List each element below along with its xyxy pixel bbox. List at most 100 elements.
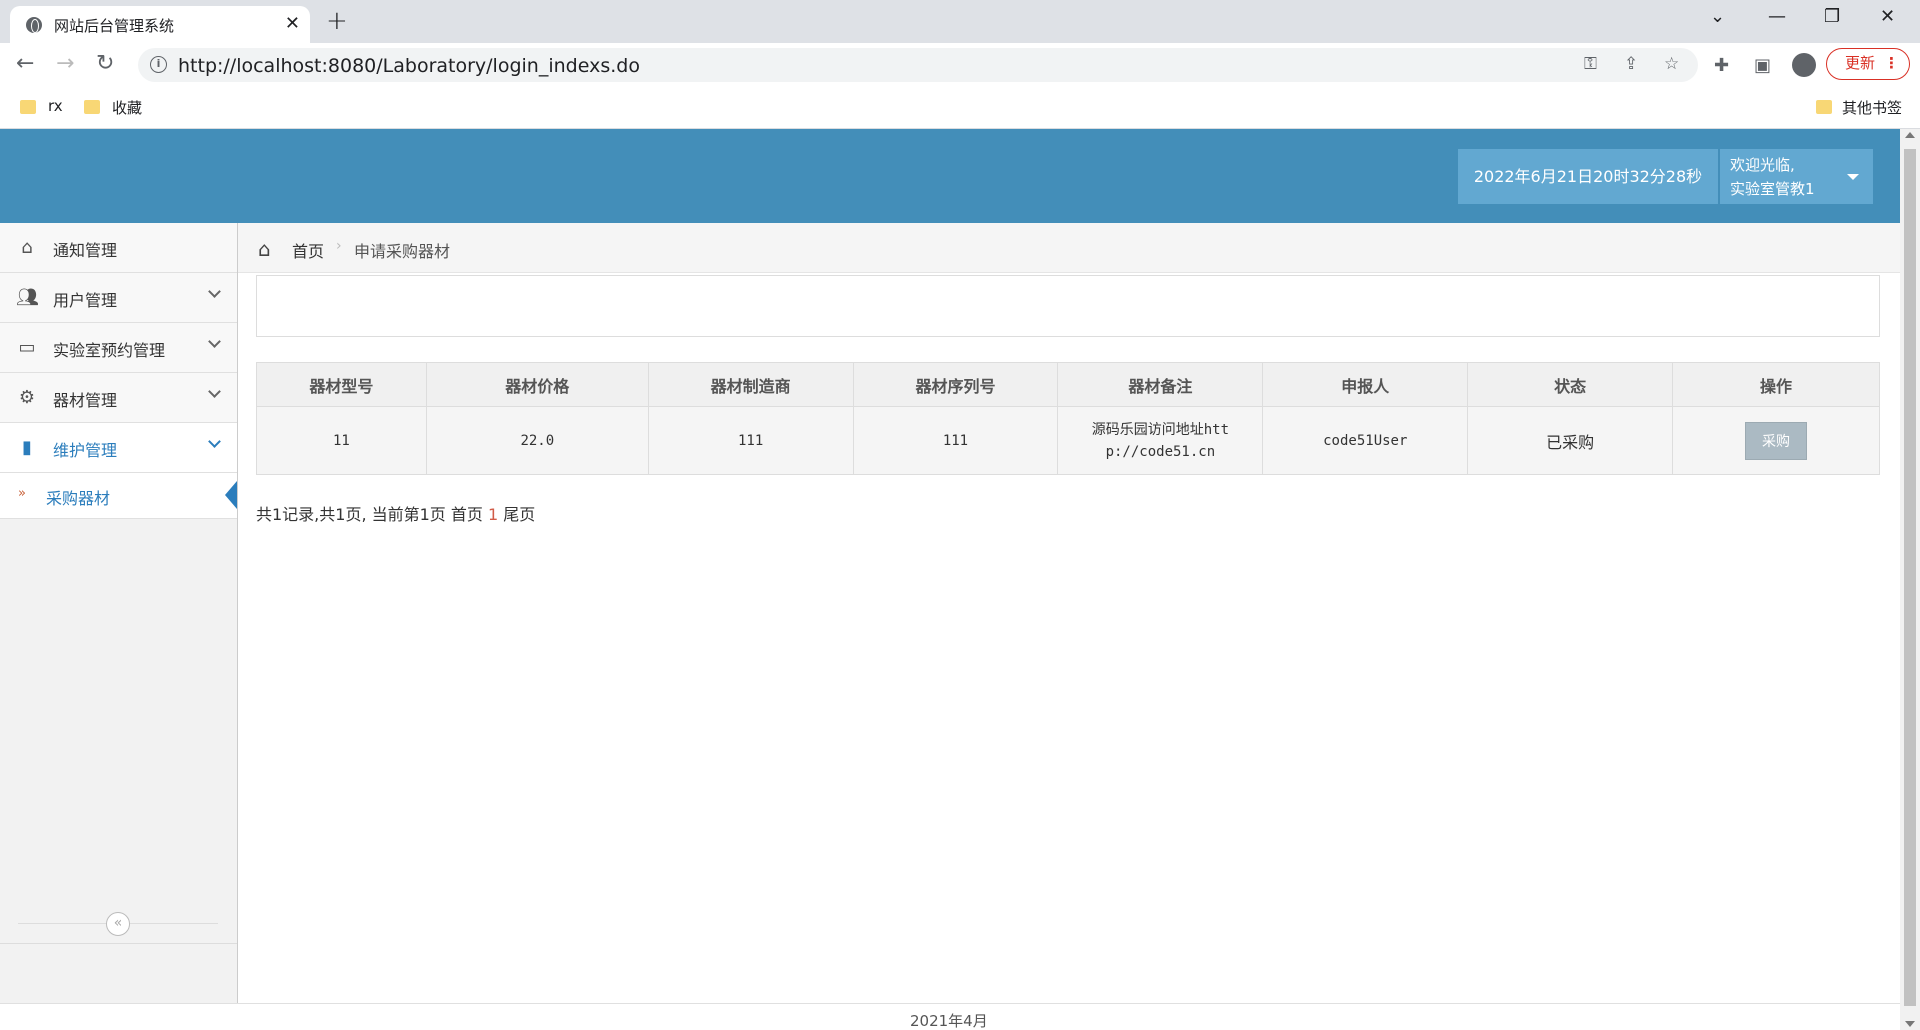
- sidebar: ⌂ 通知管理 👥︎ 用户管理 ▭ 实验室预约管理 ⚙ 器材管理 ▮ 维护管理 »…: [0, 223, 238, 1003]
- sidepanel-icon[interactable]: ▣: [1754, 55, 1771, 76]
- pagination: 共1记录,共1页, 当前第1页 首页 1 尾页: [256, 501, 535, 525]
- sidebar-subitem-purchase[interactable]: » 采购器材: [0, 473, 237, 519]
- bookmark-rx[interactable]: rx: [48, 97, 63, 115]
- last-page-link[interactable]: 尾页: [503, 505, 535, 524]
- maximize-icon[interactable]: ❐: [1824, 6, 1840, 27]
- tab-title: 网站后台管理系统: [54, 17, 175, 35]
- sidebar-item-lab-booking[interactable]: ▭ 实验室预约管理: [0, 323, 237, 373]
- sidebar-item-notice[interactable]: ⌂ 通知管理: [0, 223, 237, 273]
- breadcrumb-separator-icon: ›: [336, 238, 342, 254]
- column-header: 申报人: [1262, 362, 1469, 407]
- menu-dots-icon[interactable]: ⋮: [1884, 49, 1899, 78]
- home-icon: ⌂: [258, 237, 271, 261]
- cell-price: 22.0: [425, 406, 649, 475]
- table-row: 11 22.0 111 111 源码乐园访问地址htt p://code51.c…: [256, 406, 1880, 475]
- scroll-down-icon[interactable]: [1905, 1021, 1915, 1027]
- extensions-icon[interactable]: ✚: [1714, 55, 1729, 76]
- column-header: 器材价格: [425, 362, 649, 407]
- chevron-down-icon: [208, 335, 221, 348]
- breadcrumb: ⌂ 首页 › 申请采购器材: [238, 223, 1900, 273]
- sidebar-item-equipment[interactable]: ⚙ 器材管理: [0, 373, 237, 423]
- footer: 2021年4月: [0, 1003, 1900, 1030]
- share-icon[interactable]: ⇪: [1624, 54, 1638, 74]
- pagination-summary: 共1记录,共1页, 当前第1页 首页: [256, 505, 483, 524]
- scroll-up-icon[interactable]: [1905, 132, 1915, 138]
- cogs-icon: ⚙: [18, 387, 36, 408]
- desktop-icon: ▭: [18, 337, 36, 358]
- collapse-sidebar-icon[interactable]: «: [106, 912, 130, 936]
- sidebar-item-label: 用户管理: [53, 291, 118, 310]
- chevron-down-icon: [208, 285, 221, 298]
- browser-toolbar: ← → ↻ i http://localhost:8080/Laboratory…: [0, 43, 1920, 87]
- datetime-display: 2022年6月21日20时32分28秒: [1458, 149, 1718, 204]
- close-window-icon[interactable]: ✕: [1880, 6, 1895, 27]
- column-header: 操作: [1672, 362, 1880, 407]
- bookmark-icon: ▮: [22, 437, 32, 458]
- main-content: ⌂ 首页 › 申请采购器材 器材型号 器材价格 器材制造商 器材序列号 器材备注…: [238, 223, 1900, 1003]
- tab-search-icon[interactable]: ⌄: [1710, 6, 1725, 27]
- bookmarks-bar: rx 收藏 其他书签: [0, 87, 1920, 129]
- update-button[interactable]: 更新 ⋮: [1826, 48, 1910, 80]
- cell-model: 11: [256, 406, 427, 475]
- profile-avatar-icon[interactable]: [1792, 53, 1816, 77]
- folder-icon: [1816, 100, 1832, 114]
- chevron-down-icon: [208, 435, 221, 448]
- double-angle-right-icon: »: [18, 486, 26, 501]
- url-text: http://localhost:8080/Laboratory/login_i…: [178, 55, 640, 77]
- table-header-row: 器材型号 器材价格 器材制造商 器材序列号 器材备注 申报人 状态 操作: [256, 362, 1880, 407]
- column-header: 器材型号: [256, 362, 427, 407]
- cell-applicant: code51User: [1262, 406, 1469, 475]
- sidebar-item-maintenance[interactable]: ▮ 维护管理: [0, 423, 237, 473]
- cell-maker: 111: [647, 406, 854, 475]
- sidebar-item-label: 维护管理: [53, 441, 118, 460]
- back-icon[interactable]: ←: [16, 51, 34, 76]
- cell-serial: 111: [852, 406, 1059, 475]
- chevron-down-icon: [208, 385, 221, 398]
- app-header: 2022年6月21日20时32分28秒 欢迎光临, 实验室管教1: [0, 129, 1900, 223]
- note-line: p://code51.cn: [1105, 443, 1216, 460]
- users-icon: 👥︎: [16, 287, 39, 308]
- sidebar-item-label: 器材管理: [53, 391, 118, 410]
- browser-tab-bar: 网站后台管理系统 ✕ + ⌄ — ❐ ✕: [0, 0, 1920, 43]
- equipment-table: 器材型号 器材价格 器材制造商 器材序列号 器材备注 申报人 状态 操作 11 …: [256, 362, 1880, 475]
- info-icon[interactable]: i: [150, 56, 167, 73]
- breadcrumb-home[interactable]: 首页: [292, 238, 324, 262]
- forward-icon[interactable]: →: [56, 51, 74, 76]
- cell-note: 源码乐园访问地址htt p://code51.cn: [1057, 406, 1264, 475]
- current-page[interactable]: 1: [488, 505, 498, 524]
- reload-icon[interactable]: ↻: [96, 51, 114, 76]
- key-icon[interactable]: ⚿: [1584, 54, 1597, 74]
- purchase-button[interactable]: 采购: [1745, 421, 1808, 460]
- footer-text: 2021年4月: [910, 1012, 988, 1030]
- column-header: 器材备注: [1057, 362, 1264, 407]
- browser-tab[interactable]: 网站后台管理系统 ✕: [10, 6, 310, 43]
- sidebar-item-users[interactable]: 👥︎ 用户管理: [0, 273, 237, 323]
- caret-down-icon: [1847, 174, 1859, 180]
- new-tab-icon[interactable]: +: [326, 6, 348, 36]
- sidebar-item-label: 实验室预约管理: [53, 341, 166, 360]
- globe-icon: [26, 17, 42, 33]
- folder-icon: [84, 100, 100, 114]
- search-panel: [256, 275, 1880, 337]
- home-icon: ⌂: [21, 237, 33, 258]
- minimize-icon[interactable]: —: [1768, 6, 1786, 27]
- sidebar-collapse: «: [18, 912, 218, 936]
- divider: [0, 943, 237, 944]
- sidebar-item-label: 通知管理: [53, 241, 118, 260]
- column-header: 状态: [1467, 362, 1674, 407]
- breadcrumb-current: 申请采购器材: [354, 242, 451, 261]
- sidebar-subitem-label: 采购器材: [46, 489, 111, 508]
- bookmark-other[interactable]: 其他书签: [1842, 97, 1902, 118]
- user-menu[interactable]: 欢迎光临, 实验室管教1: [1720, 149, 1873, 204]
- page-scrollbar[interactable]: [1900, 129, 1920, 1030]
- cell-action: 采购: [1672, 406, 1880, 475]
- username-text: 实验室管教1: [1730, 180, 1815, 198]
- star-icon[interactable]: ☆: [1664, 54, 1679, 74]
- column-header: 器材序列号: [852, 362, 1059, 407]
- bookmark-favorites[interactable]: 收藏: [112, 97, 142, 118]
- address-bar[interactable]: i http://localhost:8080/Laboratory/login…: [138, 48, 1698, 82]
- scrollbar-thumb[interactable]: [1904, 149, 1916, 1006]
- column-header: 器材制造商: [647, 362, 854, 407]
- note-line: 源码乐园访问地址htt: [1091, 421, 1230, 438]
- close-tab-icon[interactable]: ✕: [285, 13, 300, 34]
